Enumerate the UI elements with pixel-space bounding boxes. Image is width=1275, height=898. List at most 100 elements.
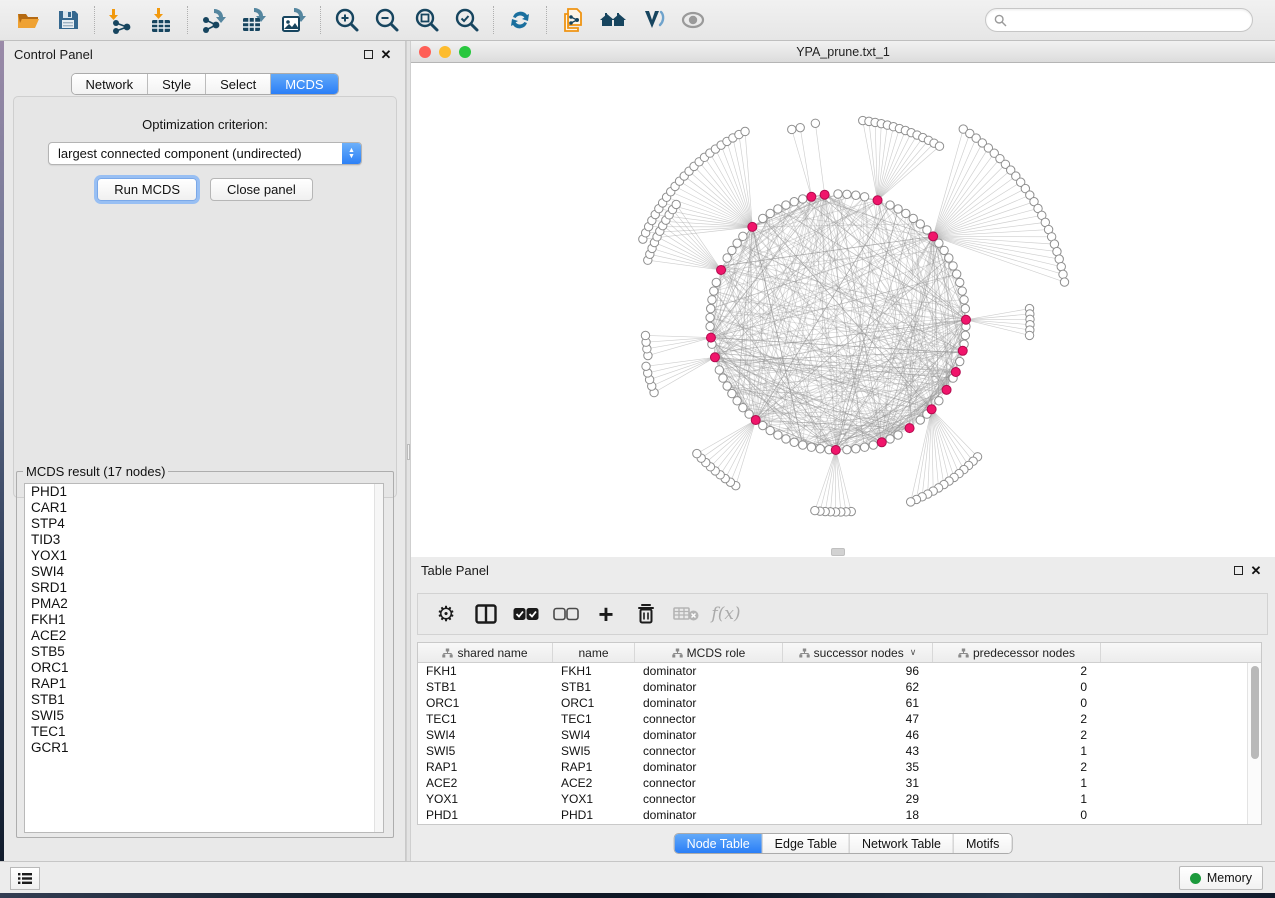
function-builder-icon[interactable]: f(x) <box>708 597 744 631</box>
table-cell[interactable]: 18 <box>783 807 933 823</box>
table-row[interactable]: SWI4SWI4dominator462 <box>418 727 1247 743</box>
table-scrollbar-thumb[interactable] <box>1251 666 1259 759</box>
window-minimize-button[interactable] <box>439 46 451 58</box>
import-network-icon[interactable] <box>101 3 141 37</box>
delete-column-icon[interactable] <box>628 597 664 631</box>
select-all-check-icon[interactable] <box>508 597 544 631</box>
close-panel-button[interactable]: Close panel <box>210 178 313 201</box>
table-cell[interactable]: 29 <box>783 791 933 807</box>
column-header-shared-name[interactable]: shared name <box>418 643 553 662</box>
result-list-scrollbar[interactable] <box>374 484 383 832</box>
search-field[interactable] <box>985 8 1253 32</box>
column-header-predecessor-nodes[interactable]: predecessor nodes <box>933 643 1101 662</box>
table-row[interactable]: SWI5SWI5connector431 <box>418 743 1247 759</box>
result-node-item[interactable]: STB5 <box>25 644 383 660</box>
float-panel-icon[interactable] <box>1229 562 1247 578</box>
network-canvas[interactable] <box>411 63 1275 557</box>
export-network-icon[interactable] <box>194 3 234 37</box>
table-cell[interactable]: dominator <box>635 663 783 679</box>
split-columns-icon[interactable] <box>468 597 504 631</box>
table-cell[interactable]: 0 <box>933 807 1101 823</box>
tab-node-table[interactable]: Node Table <box>675 834 763 853</box>
table-cell[interactable]: 0 <box>933 679 1101 695</box>
table-cell[interactable]: dominator <box>635 727 783 743</box>
table-cell[interactable]: 35 <box>783 759 933 775</box>
result-node-item[interactable]: GCR1 <box>25 740 383 756</box>
table-row[interactable]: ORC1ORC1dominator610 <box>418 695 1247 711</box>
table-cell[interactable]: dominator <box>635 807 783 823</box>
first-neighbors-icon[interactable] <box>593 3 633 37</box>
table-cell[interactable]: ORC1 <box>553 695 635 711</box>
zoom-fit-icon[interactable] <box>407 3 447 37</box>
float-panel-icon[interactable] <box>359 46 377 62</box>
table-cell[interactable]: 46 <box>783 727 933 743</box>
table-row[interactable]: YOX1YOX1connector291 <box>418 791 1247 807</box>
horizontal-splitter-grip[interactable] <box>831 548 845 556</box>
result-node-item[interactable]: SWI4 <box>25 564 383 580</box>
graphics-details-icon[interactable] <box>633 3 673 37</box>
table-row[interactable]: ACE2ACE2connector311 <box>418 775 1247 791</box>
table-cell[interactable]: 62 <box>783 679 933 695</box>
table-cell[interactable]: STB1 <box>553 679 635 695</box>
table-row[interactable]: PHD1PHD1dominator180 <box>418 807 1247 823</box>
table-cell[interactable]: 1 <box>933 775 1101 791</box>
export-table-icon[interactable] <box>234 3 274 37</box>
new-network-from-selection-icon[interactable] <box>553 3 593 37</box>
result-node-item[interactable]: PMA2 <box>25 596 383 612</box>
tab-style[interactable]: Style <box>148 74 206 94</box>
table-cell[interactable]: SWI4 <box>418 727 553 743</box>
table-cell[interactable]: TEC1 <box>553 711 635 727</box>
table-cell[interactable]: 2 <box>933 711 1101 727</box>
table-cell[interactable]: dominator <box>635 695 783 711</box>
table-cell[interactable]: 1 <box>933 791 1101 807</box>
table-cell[interactable]: 47 <box>783 711 933 727</box>
close-panel-icon[interactable]: ✕ <box>1247 562 1265 578</box>
table-cell[interactable]: 2 <box>933 759 1101 775</box>
table-cell[interactable]: YOX1 <box>553 791 635 807</box>
task-history-button[interactable] <box>10 867 40 890</box>
tab-network-table[interactable]: Network Table <box>850 834 954 853</box>
result-node-item[interactable]: STB1 <box>25 692 383 708</box>
result-node-item[interactable]: CAR1 <box>25 500 383 516</box>
window-close-button[interactable] <box>419 46 431 58</box>
tab-edge-table[interactable]: Edge Table <box>763 834 850 853</box>
table-cell[interactable]: RAP1 <box>418 759 553 775</box>
table-cell[interactable]: TEC1 <box>418 711 553 727</box>
add-column-icon[interactable]: + <box>588 597 624 631</box>
hide-selected-eye-icon[interactable] <box>673 3 713 37</box>
splitter-grip[interactable] <box>407 444 410 460</box>
table-row[interactable]: TEC1TEC1connector472 <box>418 711 1247 727</box>
column-header-name[interactable]: name <box>553 643 635 662</box>
table-cell[interactable]: ACE2 <box>553 775 635 791</box>
open-file-icon[interactable] <box>8 3 48 37</box>
result-node-item[interactable]: STP4 <box>25 516 383 532</box>
result-node-item[interactable]: SRD1 <box>25 580 383 596</box>
import-table-icon[interactable] <box>141 3 181 37</box>
table-cell[interactable]: YOX1 <box>418 791 553 807</box>
table-row[interactable]: STB1STB1dominator620 <box>418 679 1247 695</box>
result-node-item[interactable]: PHD1 <box>25 484 383 500</box>
table-cell[interactable]: ORC1 <box>418 695 553 711</box>
run-mcds-button[interactable]: Run MCDS <box>97 178 197 201</box>
result-node-item[interactable]: TEC1 <box>25 724 383 740</box>
table-cell[interactable]: connector <box>635 743 783 759</box>
tab-select[interactable]: Select <box>206 74 271 94</box>
table-cell[interactable]: 1 <box>933 743 1101 759</box>
result-node-item[interactable]: RAP1 <box>25 676 383 692</box>
table-cell[interactable]: FKH1 <box>418 663 553 679</box>
zoom-selected-icon[interactable] <box>447 3 487 37</box>
table-cell[interactable]: 96 <box>783 663 933 679</box>
result-node-item[interactable]: SWI5 <box>25 708 383 724</box>
column-header-successor-nodes[interactable]: successor nodes∨ <box>783 643 933 662</box>
tab-motifs[interactable]: Motifs <box>954 834 1011 853</box>
table-cell[interactable]: SWI5 <box>418 743 553 759</box>
criterion-select[interactable]: largest connected component (undirected)… <box>48 142 362 165</box>
table-cell[interactable]: STB1 <box>418 679 553 695</box>
table-row[interactable]: RAP1RAP1dominator352 <box>418 759 1247 775</box>
zoom-in-icon[interactable] <box>327 3 367 37</box>
table-cell[interactable]: ACE2 <box>418 775 553 791</box>
result-node-item[interactable]: TID3 <box>25 532 383 548</box>
table-settings-icon[interactable]: ⚙ <box>428 597 464 631</box>
table-cell[interactable]: FKH1 <box>553 663 635 679</box>
table-cell[interactable]: connector <box>635 775 783 791</box>
